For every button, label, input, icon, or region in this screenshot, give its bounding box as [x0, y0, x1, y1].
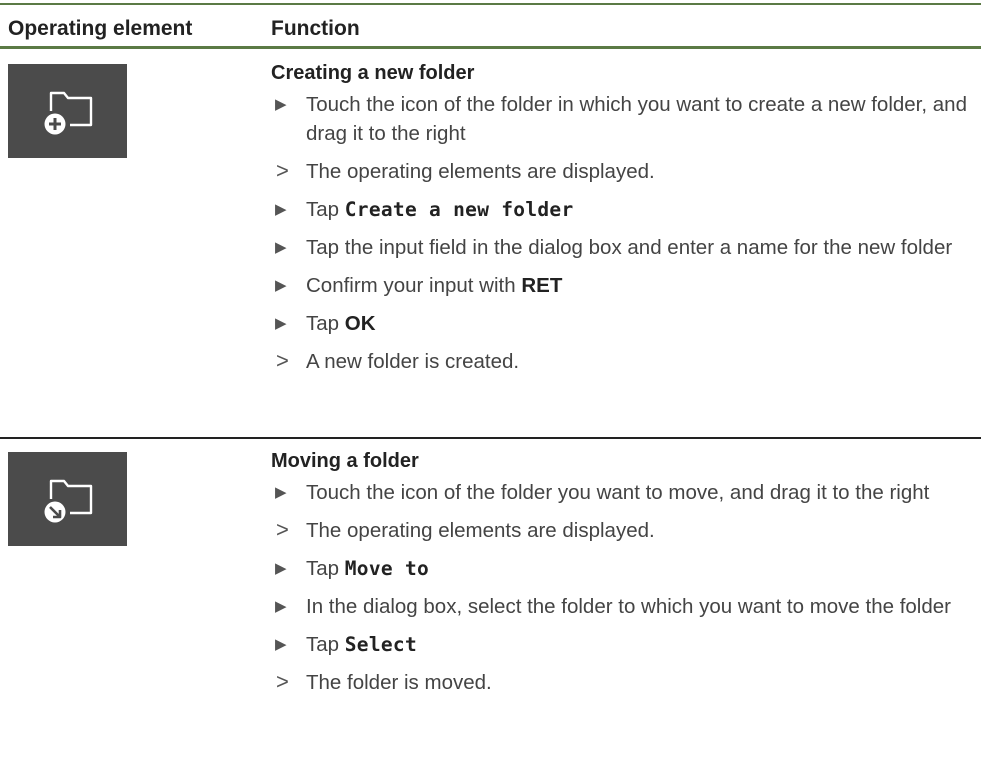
instruction-step: ▶ Tap Select: [271, 630, 976, 659]
result-step: > The operating elements are displayed.: [271, 516, 976, 545]
instruction-step: ▶ Touch the icon of the folder in which y…: [271, 90, 976, 148]
instruction-marker: ▶: [275, 636, 287, 653]
folder-add-icon: [8, 64, 127, 158]
step-text: Tap: [306, 557, 345, 580]
result-step: > The folder is moved.: [271, 668, 976, 697]
instruction-step: ▶ Touch the icon of the folder you want t…: [271, 478, 976, 507]
instruction-step: ▶ In the dialog box, select the folder to…: [271, 592, 976, 621]
step-text: Touch the icon of the folder you want to…: [306, 481, 930, 504]
header-function: Function: [271, 17, 360, 40]
instruction-marker: ▶: [275, 484, 287, 501]
table-row: Creating a new folder ▶ Touch the icon of…: [0, 49, 981, 437]
row-function-content: Creating a new folder ▶ Touch the icon of…: [271, 59, 976, 385]
step-text: Tap the input field in the dialog box an…: [306, 236, 953, 259]
instruction-step: ▶ Tap OK: [271, 309, 976, 338]
instruction-marker: ▶: [275, 315, 287, 332]
ui-element-name: RET: [521, 274, 563, 297]
folder-move-icon: [8, 452, 127, 546]
ui-element-name: Move to: [344, 557, 430, 580]
steps-list: ▶ Touch the icon of the folder in which y…: [271, 90, 976, 376]
steps-list: ▶ Touch the icon of the folder you want t…: [271, 478, 976, 697]
ui-element-name: OK: [344, 312, 376, 335]
step-text: In the dialog box, select the folder to …: [306, 595, 951, 618]
instruction-step: ▶ Tap Create a new folder: [271, 195, 976, 224]
instruction-marker: ▶: [275, 201, 287, 218]
ui-element-name: Create a new folder: [344, 198, 574, 221]
result-step: > The operating elements are displayed.: [271, 157, 976, 186]
step-text: Tap: [306, 312, 345, 335]
instruction-step: ▶ Tap Move to: [271, 554, 976, 583]
header-operating-element: Operating element: [8, 17, 193, 40]
instruction-marker: ▶: [275, 96, 287, 113]
step-text: The folder is moved.: [306, 671, 492, 694]
ui-element-name: Select: [344, 633, 417, 656]
step-text: Tap: [306, 198, 345, 221]
step-text: Tap: [306, 633, 345, 656]
row-function-content: Moving a folder ▶ Touch the icon of the f…: [271, 447, 976, 706]
table-header: Operating element Function: [0, 5, 981, 46]
instruction-marker: ▶: [275, 239, 287, 256]
result-marker: >: [276, 158, 289, 183]
result-marker: >: [276, 348, 289, 373]
result-marker: >: [276, 517, 289, 542]
step-text: A new folder is created.: [306, 350, 520, 373]
result-marker: >: [276, 669, 289, 694]
instruction-marker: ▶: [275, 560, 287, 577]
instruction-marker: ▶: [275, 598, 287, 615]
instruction-marker: ▶: [275, 277, 287, 294]
step-text: The operating elements are displayed.: [306, 160, 655, 183]
step-text: Touch the icon of the folder in which yo…: [306, 93, 967, 145]
instruction-step: ▶ Confirm your input with RET: [271, 271, 976, 300]
table-row: Moving a folder ▶ Touch the icon of the f…: [0, 439, 981, 776]
instruction-step: ▶ Tap the input field in the dialog box a…: [271, 233, 976, 262]
section-title: Moving a folder: [271, 450, 419, 472]
section-title: Creating a new folder: [271, 62, 475, 84]
step-text: The operating elements are displayed.: [306, 519, 655, 542]
result-step: > A new folder is created.: [271, 347, 976, 376]
step-text: Confirm your input with: [306, 274, 522, 297]
